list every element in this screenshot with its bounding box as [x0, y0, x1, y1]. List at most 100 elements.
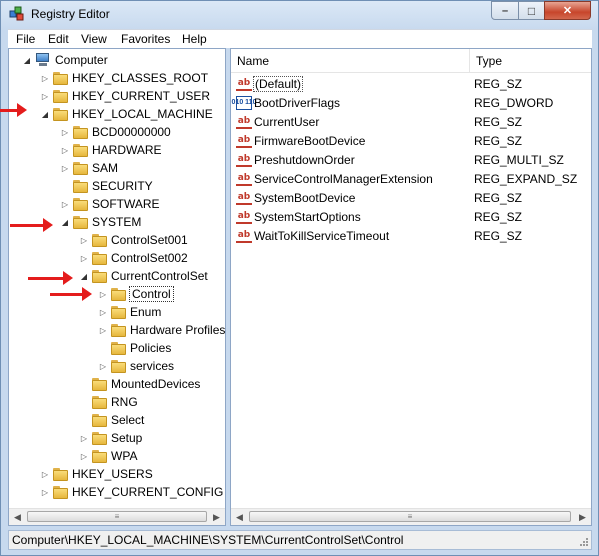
expand-icon[interactable]: ▷ [40, 487, 50, 497]
scroll-thumb[interactable]: ≡ [249, 511, 571, 522]
tree-node[interactable]: ▷ WPA [79, 447, 138, 465]
expand-icon[interactable]: ▷ [60, 127, 70, 137]
tree-node-label: Select [111, 413, 145, 427]
folder-icon [73, 143, 88, 157]
menu-favorites[interactable]: Favorites [121, 32, 170, 46]
tree-node[interactable]: ▷ SOFTWARE [60, 195, 160, 213]
tree-node-label: Enum [130, 305, 162, 319]
collapse-icon[interactable]: ◢ [60, 217, 70, 227]
menu-file[interactable]: File [16, 32, 35, 46]
collapse-icon[interactable]: ◢ [40, 109, 50, 119]
expand-icon[interactable]: ▷ [40, 91, 50, 101]
tree-node[interactable]: ▷ ControlSet002 [79, 249, 188, 267]
expand-icon[interactable]: ▷ [60, 163, 70, 173]
close-icon: ✕ [562, 5, 573, 17]
expand-icon[interactable]: ▷ [79, 451, 89, 461]
tree-node-label: Hardware Profiles [130, 323, 226, 337]
folder-icon [92, 395, 107, 409]
expand-icon[interactable]: ▷ [98, 325, 108, 335]
tree-node[interactable]: ▷ Setup [79, 429, 142, 447]
tree-node[interactable]: ▷ HKEY_USERS [40, 465, 153, 483]
value-row[interactable]: 010 110 BootDriverFlags REG_DWORD [231, 93, 591, 112]
scroll-left-arrow-icon[interactable]: ◀ [231, 509, 248, 525]
value-row[interactable]: ab FirmwareBootDevice REG_SZ [231, 131, 591, 150]
menu-view[interactable]: View [81, 32, 107, 46]
dword-value-icon: 010 110 [232, 95, 256, 110]
tree-node[interactable]: Policies [98, 339, 171, 357]
values-list-pane[interactable]: Name Type ab (Default) REG_SZ 010 110 BootDr… [230, 48, 592, 526]
value-row[interactable]: ab CurrentUser REG_SZ [231, 112, 591, 131]
registry-tree-pane[interactable]: ◢ Computer ▷ HKEY_CLASSES_ROOT ▷ HKEY_CURRENT… [8, 48, 226, 526]
tree-node[interactable]: ▷ HKEY_CLASSES_ROOT [40, 69, 208, 87]
folder-icon [73, 215, 88, 229]
column-header-type[interactable]: Type [470, 49, 591, 73]
tree-node-label: ControlSet001 [111, 233, 188, 247]
tree-node[interactable]: ▷ Hardware Profiles [98, 321, 225, 339]
expand-icon[interactable]: ▷ [98, 289, 108, 299]
menu-help[interactable]: Help [182, 32, 207, 46]
expand-icon[interactable]: ▷ [60, 199, 70, 209]
scroll-right-arrow-icon[interactable]: ▶ [574, 509, 591, 525]
tree-node[interactable]: ▷ SAM [60, 159, 118, 177]
folder-icon [92, 431, 107, 445]
collapse-icon[interactable]: ◢ [22, 55, 32, 65]
value-row[interactable]: ab SystemStartOptions REG_SZ [231, 207, 591, 226]
tree-horizontal-scrollbar[interactable]: ◀ ≡ ▶ [9, 508, 225, 525]
expand-icon[interactable]: ▷ [40, 73, 50, 83]
string-value-icon: ab [236, 191, 252, 205]
tree-node[interactable]: ▷ HKEY_CURRENT_USER [40, 87, 210, 105]
expand-icon[interactable]: ▷ [98, 307, 108, 317]
tree-node[interactable]: ◢ HKEY_LOCAL_MACHINE [40, 105, 213, 123]
tree-node[interactable]: SECURITY [60, 177, 153, 195]
scroll-thumb[interactable]: ≡ [27, 511, 207, 522]
maximize-button[interactable]: □ [518, 1, 545, 20]
close-button[interactable]: ✕ [544, 1, 591, 20]
collapse-icon[interactable]: ◢ [79, 271, 89, 281]
tree-node-label: HKEY_USERS [72, 467, 153, 481]
scroll-left-arrow-icon[interactable]: ◀ [9, 509, 26, 525]
tree-node-label: SAM [92, 161, 119, 175]
value-row[interactable]: ab (Default) REG_SZ [231, 74, 591, 93]
tree-node-label: HKEY_CURRENT_CONFIG [72, 485, 224, 499]
tree-node[interactable]: ◢ Computer [22, 51, 108, 69]
scroll-right-arrow-icon[interactable]: ▶ [208, 509, 225, 525]
tree-node[interactable]: RNG [79, 393, 138, 411]
minimize-button[interactable]: – [491, 1, 519, 20]
menu-bar: File Edit View Favorites Help [8, 29, 592, 49]
expand-icon[interactable]: ▷ [79, 235, 89, 245]
value-row[interactable]: ab WaitToKillServiceTimeout REG_SZ [231, 226, 591, 245]
tree-node[interactable]: ▷ BCD00000000 [60, 123, 171, 141]
expand-icon[interactable]: ▷ [79, 253, 89, 263]
values-horizontal-scrollbar[interactable]: ◀ ≡ ▶ [231, 508, 591, 525]
column-header-name[interactable]: Name [231, 49, 470, 73]
value-name: FirmwareBootDevice [254, 133, 366, 148]
tree-node-label: HKEY_CLASSES_ROOT [72, 71, 209, 85]
tree-node[interactable]: MountedDevices [79, 375, 200, 393]
menu-edit[interactable]: Edit [48, 32, 69, 46]
value-name: (Default) [252, 75, 304, 92]
tree-node[interactable]: ◢ CurrentControlSet [79, 267, 208, 285]
tree-node[interactable]: ◢ SYSTEM [60, 213, 141, 231]
value-row[interactable]: ab PreshutdownOrder REG_MULTI_SZ [231, 150, 591, 169]
value-type: REG_SZ [474, 209, 523, 224]
tree-node[interactable]: ▷ Control [98, 285, 174, 303]
folder-icon [111, 341, 126, 355]
expand-icon[interactable]: ▷ [60, 145, 70, 155]
tree-node[interactable]: ▷ HARDWARE [60, 141, 162, 159]
value-row[interactable]: ab SystemBootDevice REG_SZ [231, 188, 591, 207]
tree-node[interactable]: ▷ HKEY_CURRENT_CONFIG [40, 483, 223, 501]
expand-icon[interactable]: ▷ [79, 433, 89, 443]
expand-icon[interactable]: ▷ [98, 361, 108, 371]
tree-node[interactable]: ▷ ControlSet001 [79, 231, 188, 249]
tree-node[interactable]: Select [79, 411, 144, 429]
tree-node[interactable]: ▷ Enum [98, 303, 161, 321]
value-type: REG_MULTI_SZ [474, 152, 564, 167]
tree-node[interactable]: ▷ services [98, 357, 174, 375]
expand-icon[interactable]: ▷ [40, 469, 50, 479]
folder-icon [73, 125, 88, 139]
value-row[interactable]: ab ServiceControlManagerExtension REG_EXPA… [231, 169, 591, 188]
resize-grip-icon[interactable] [579, 537, 589, 547]
title-bar[interactable]: Registry Editor – □ ✕ [1, 1, 598, 27]
value-type: REG_SZ [474, 133, 523, 148]
